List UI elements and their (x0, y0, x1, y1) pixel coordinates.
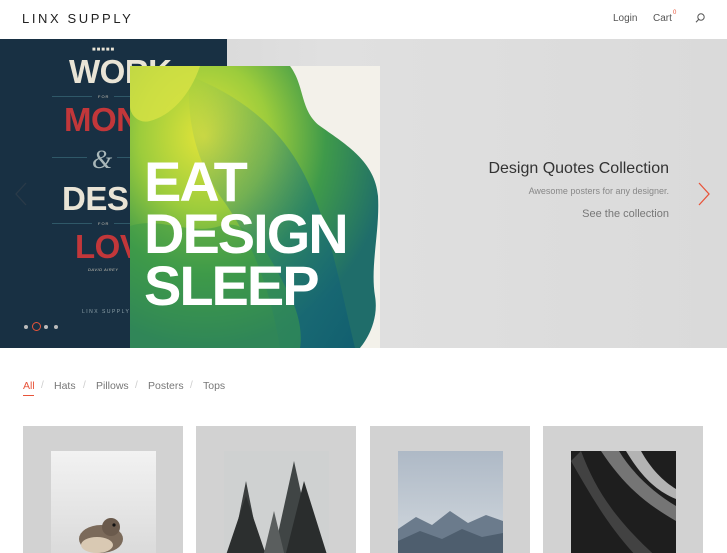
product-card[interactable] (196, 426, 356, 553)
poster-rule (52, 157, 87, 158)
product-image-bird (51, 451, 156, 553)
filter-hats[interactable]: Hats (54, 380, 76, 392)
chevron-left-icon[interactable] (14, 181, 28, 207)
site-header: LINX SUPPLY Login Cart 0 (0, 0, 727, 39)
cart-count-badge: 0 (673, 10, 677, 16)
product-card[interactable] (370, 426, 530, 553)
search-icon[interactable] (694, 12, 706, 24)
poster-word-for: FOR (98, 94, 110, 99)
active-filter-underline (23, 395, 34, 396)
poster-word-for: FOR (98, 221, 110, 226)
poster-rule (52, 96, 92, 97)
chevron-right-icon[interactable] (697, 181, 711, 207)
filter-posters[interactable]: Posters (148, 380, 184, 392)
poster-rule (52, 223, 92, 224)
slide-subtitle: Awesome posters for any designer. (528, 186, 669, 196)
slider-dot-active[interactable] (32, 322, 41, 331)
product-card[interactable] (23, 426, 183, 553)
filter-separator: / (83, 380, 86, 391)
poster-author: DAVID AIREY (88, 267, 119, 272)
product-image-abstract (571, 451, 676, 553)
site-logo[interactable]: LINX SUPPLY (22, 11, 133, 26)
slider-dot[interactable] (24, 325, 28, 329)
poster-word-sleep: SLEEP (144, 254, 320, 317)
product-card[interactable] (543, 426, 703, 553)
filter-pillows[interactable]: Pillows (96, 380, 129, 392)
poster-eat-design-sleep: EAT DESIGN SLEEP (130, 66, 380, 348)
product-image-pines (224, 451, 329, 553)
filter-tops[interactable]: Tops (203, 380, 225, 392)
poster-brand: LINX SUPPLY (82, 309, 131, 315)
slide-title: Design Quotes Collection (488, 160, 669, 177)
poster-ampersand: & (92, 145, 113, 174)
see-collection-link[interactable]: See the collection (582, 208, 669, 220)
cart-link[interactable]: Cart (653, 13, 672, 24)
hero-slider: ■■■■■ WORK FOR MONEY & DESIGN FOR LOVE D… (0, 39, 727, 348)
login-link[interactable]: Login (613, 13, 637, 24)
filter-separator: / (41, 380, 44, 391)
filter-separator: / (190, 380, 193, 391)
slider-dot[interactable] (44, 325, 48, 329)
product-image-mountains (398, 451, 503, 553)
filter-all[interactable]: All (23, 380, 35, 392)
slider-dot[interactable] (54, 325, 58, 329)
filter-separator: / (135, 380, 138, 391)
